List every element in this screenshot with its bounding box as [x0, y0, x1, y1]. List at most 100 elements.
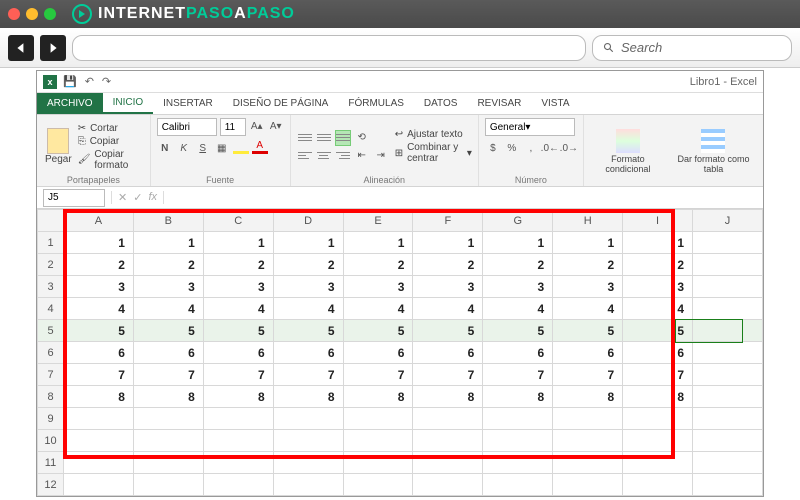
spreadsheet-grid[interactable]: ABCDEFGHIJ 11111111112222222222333333333… — [37, 209, 763, 496]
column-header-I[interactable]: I — [623, 210, 693, 232]
cell-G12[interactable] — [483, 474, 553, 496]
cell-A2[interactable]: 2 — [64, 254, 134, 276]
cell-C7[interactable]: 7 — [203, 364, 273, 386]
cell-F7[interactable]: 7 — [413, 364, 483, 386]
cell-F1[interactable]: 1 — [413, 232, 483, 254]
cell-D9[interactable] — [273, 408, 343, 430]
percent-icon[interactable]: % — [504, 140, 520, 156]
column-header-F[interactable]: F — [413, 210, 483, 232]
cell-E8[interactable]: 8 — [343, 386, 413, 408]
cell-C3[interactable]: 3 — [203, 276, 273, 298]
cell-J4[interactable] — [693, 298, 763, 320]
cell-B12[interactable] — [133, 474, 203, 496]
cell-A4[interactable]: 4 — [64, 298, 134, 320]
cell-E6[interactable]: 6 — [343, 342, 413, 364]
paste-button[interactable]: Pegar — [43, 128, 74, 165]
cell-E10[interactable] — [343, 430, 413, 452]
minimize-window-button[interactable] — [26, 8, 38, 20]
cell-I3[interactable]: 3 — [623, 276, 693, 298]
cell-D1[interactable]: 1 — [273, 232, 343, 254]
row-header-5[interactable]: 5 — [38, 320, 64, 342]
cell-A7[interactable]: 7 — [64, 364, 134, 386]
cell-B10[interactable] — [133, 430, 203, 452]
cell-C11[interactable] — [203, 452, 273, 474]
column-header-E[interactable]: E — [343, 210, 413, 232]
cell-I11[interactable] — [623, 452, 693, 474]
cell-E3[interactable]: 3 — [343, 276, 413, 298]
cell-J2[interactable] — [693, 254, 763, 276]
cell-A11[interactable] — [64, 452, 134, 474]
row-header-4[interactable]: 4 — [38, 298, 64, 320]
cell-I4[interactable]: 4 — [623, 298, 693, 320]
row-header-9[interactable]: 9 — [38, 408, 64, 430]
undo-icon[interactable]: ↶ — [85, 75, 94, 88]
cell-C6[interactable]: 6 — [203, 342, 273, 364]
cell-B9[interactable] — [133, 408, 203, 430]
column-header-D[interactable]: D — [273, 210, 343, 232]
cell-I1[interactable]: 1 — [623, 232, 693, 254]
decrease-indent-icon[interactable]: ⇤ — [354, 148, 370, 164]
cell-H11[interactable] — [553, 452, 623, 474]
tab-home[interactable]: INICIO — [103, 93, 154, 114]
search-input[interactable]: Search — [592, 35, 792, 61]
cell-J6[interactable] — [693, 342, 763, 364]
cell-I7[interactable]: 7 — [623, 364, 693, 386]
cell-A10[interactable] — [64, 430, 134, 452]
cell-I6[interactable]: 6 — [623, 342, 693, 364]
cell-G6[interactable]: 6 — [483, 342, 553, 364]
select-all-corner[interactable] — [38, 210, 64, 232]
cell-E12[interactable] — [343, 474, 413, 496]
cell-B7[interactable]: 7 — [133, 364, 203, 386]
cell-H5[interactable]: 5 — [553, 320, 623, 342]
nav-forward-button[interactable] — [40, 35, 66, 61]
cell-B6[interactable]: 6 — [133, 342, 203, 364]
cell-G3[interactable]: 3 — [483, 276, 553, 298]
cell-A8[interactable]: 8 — [64, 386, 134, 408]
align-center-icon[interactable] — [316, 148, 332, 164]
cell-D3[interactable]: 3 — [273, 276, 343, 298]
cell-B4[interactable]: 4 — [133, 298, 203, 320]
font-color-button[interactable]: A — [252, 140, 268, 154]
cell-G5[interactable]: 5 — [483, 320, 553, 342]
align-bottom-icon[interactable] — [335, 130, 351, 146]
cell-C5[interactable]: 5 — [203, 320, 273, 342]
cell-I2[interactable]: 2 — [623, 254, 693, 276]
row-header-10[interactable]: 10 — [38, 430, 64, 452]
nav-back-button[interactable] — [8, 35, 34, 61]
tab-page-layout[interactable]: DISEÑO DE PÁGINA — [223, 93, 339, 114]
cell-C8[interactable]: 8 — [203, 386, 273, 408]
cell-D8[interactable]: 8 — [273, 386, 343, 408]
cell-D2[interactable]: 2 — [273, 254, 343, 276]
cell-C4[interactable]: 4 — [203, 298, 273, 320]
underline-button[interactable]: S — [195, 140, 211, 156]
cell-H4[interactable]: 4 — [553, 298, 623, 320]
save-icon[interactable]: 💾 — [63, 75, 77, 88]
cell-E11[interactable] — [343, 452, 413, 474]
cell-B3[interactable]: 3 — [133, 276, 203, 298]
cell-B11[interactable] — [133, 452, 203, 474]
align-top-icon[interactable] — [297, 130, 313, 146]
cell-J11[interactable] — [693, 452, 763, 474]
cell-B5[interactable]: 5 — [133, 320, 203, 342]
cell-G9[interactable] — [483, 408, 553, 430]
maximize-window-button[interactable] — [44, 8, 56, 20]
cell-B2[interactable]: 2 — [133, 254, 203, 276]
cell-C2[interactable]: 2 — [203, 254, 273, 276]
cell-E1[interactable]: 1 — [343, 232, 413, 254]
formula-input[interactable] — [164, 189, 763, 207]
tab-insert[interactable]: INSERTAR — [153, 93, 223, 114]
row-header-6[interactable]: 6 — [38, 342, 64, 364]
cell-A5[interactable]: 5 — [64, 320, 134, 342]
cell-E5[interactable]: 5 — [343, 320, 413, 342]
cell-H10[interactable] — [553, 430, 623, 452]
tab-review[interactable]: REVISAR — [467, 93, 531, 114]
name-box[interactable]: J5 — [43, 189, 105, 207]
cell-D7[interactable]: 7 — [273, 364, 343, 386]
column-header-H[interactable]: H — [553, 210, 623, 232]
comma-icon[interactable]: , — [523, 140, 539, 156]
cell-C1[interactable]: 1 — [203, 232, 273, 254]
font-size-selector[interactable]: 11 — [220, 118, 246, 136]
wrap-text-button[interactable]: ↩Ajustar texto — [395, 129, 472, 140]
cell-D5[interactable]: 5 — [273, 320, 343, 342]
cell-H1[interactable]: 1 — [553, 232, 623, 254]
